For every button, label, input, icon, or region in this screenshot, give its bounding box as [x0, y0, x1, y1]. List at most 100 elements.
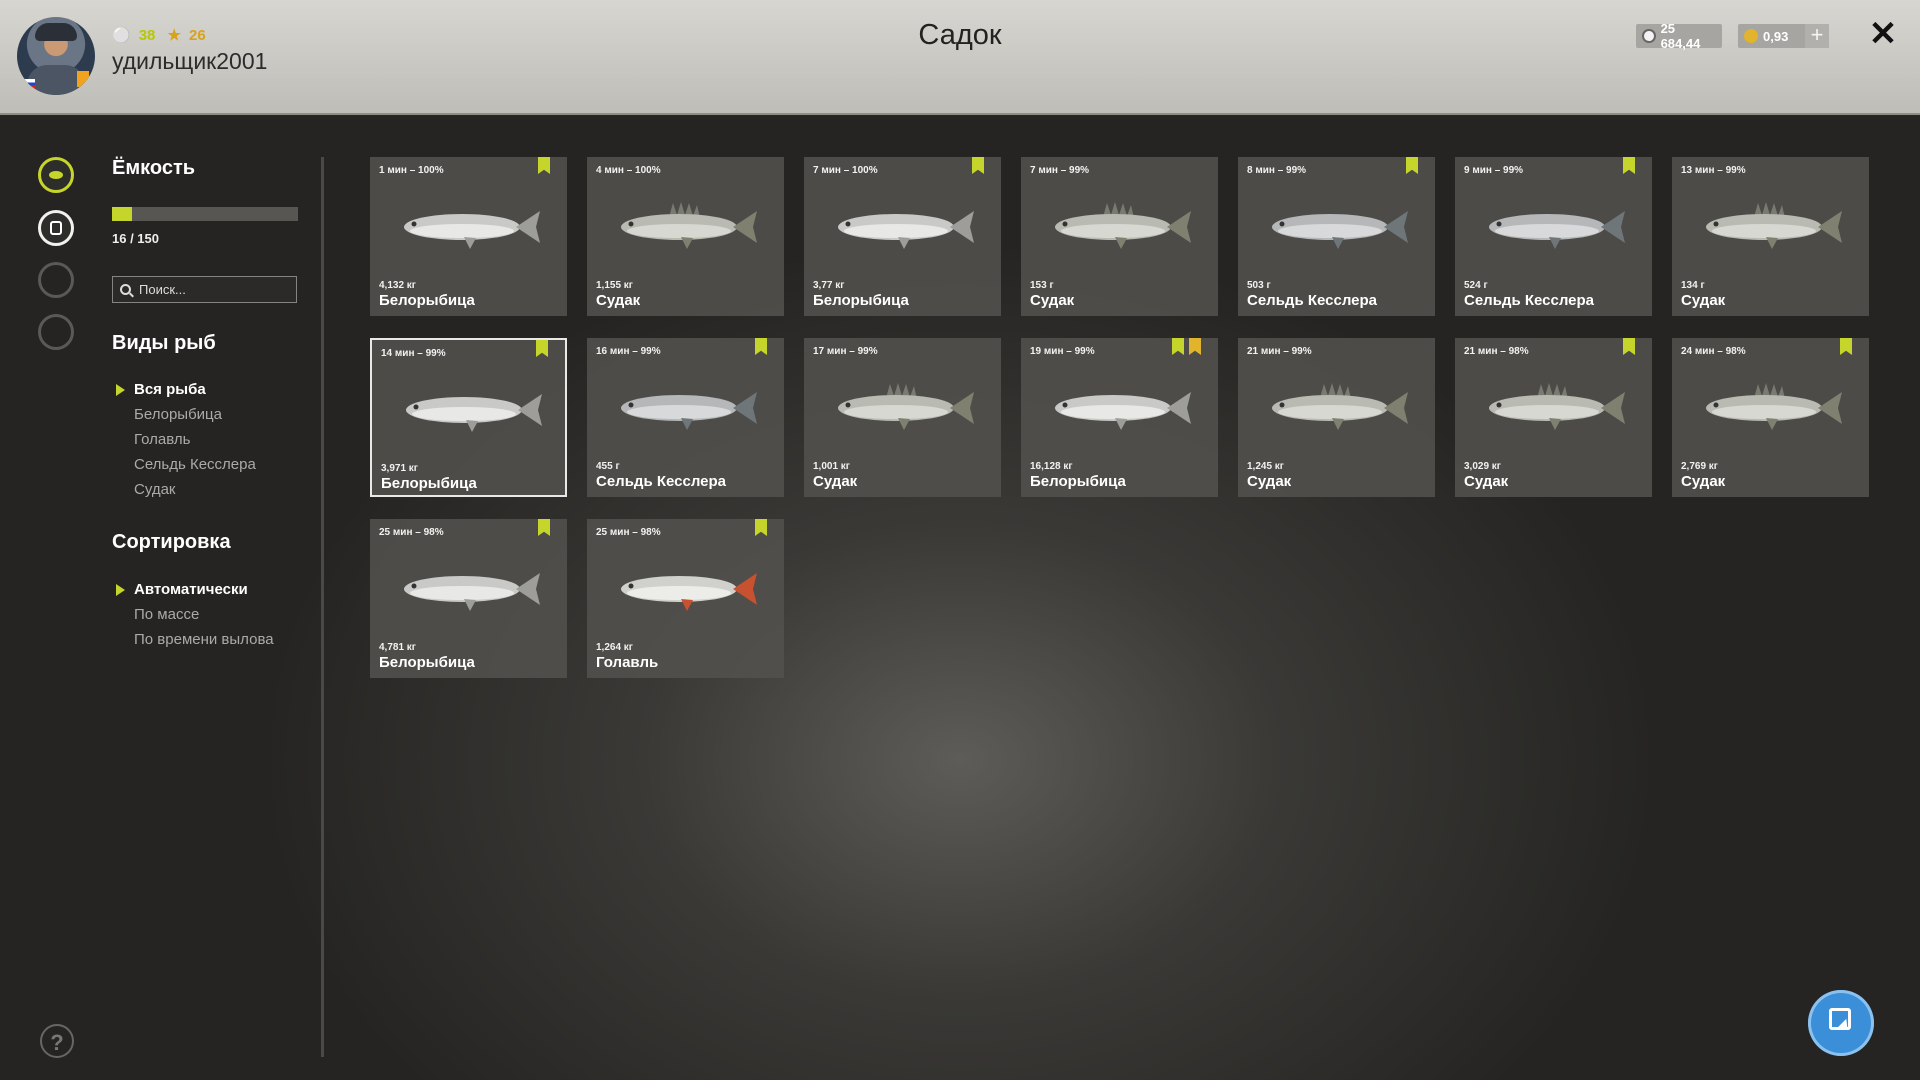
silver-coin-icon: [1642, 29, 1656, 43]
fish-card[interactable]: 21 мин – 99% 1,245 кг Судак: [1238, 338, 1435, 497]
filter-all-fish[interactable]: Вся рыба: [134, 381, 206, 398]
fish-icon: [404, 211, 540, 249]
fish-name: Судак: [1464, 473, 1509, 490]
fish-weight: 4,132 кг: [379, 280, 416, 291]
fish-icon: [1055, 392, 1191, 430]
fish-card[interactable]: 14 мин – 99% 3,971 кг Белорыбица: [370, 338, 567, 497]
fish-card[interactable]: 24 мин – 98% 2,769 кг Судак: [1672, 338, 1869, 497]
fish-icon: [1489, 211, 1625, 249]
sort-by-weight[interactable]: По массе: [134, 606, 199, 623]
fish-weight: 3,029 кг: [1464, 461, 1501, 472]
bookmark-icon[interactable]: [538, 157, 550, 174]
fish-weight: 524 г: [1464, 280, 1488, 291]
fish-card[interactable]: 9 мин – 99% 524 г Сельдь Кесслера: [1455, 157, 1652, 316]
fish-card[interactable]: 21 мин – 98% 3,029 кг Судак: [1455, 338, 1652, 497]
sort-auto[interactable]: Автоматически: [134, 581, 248, 598]
catch-time: 1 мин – 100%: [379, 165, 444, 176]
cursor-mode-button[interactable]: [1808, 990, 1874, 1056]
bookmark-icon[interactable]: [538, 519, 550, 536]
player-avatar[interactable]: [17, 17, 95, 95]
player-stats: ⚪ 38 ★ 26: [112, 26, 214, 44]
search-box[interactable]: [112, 276, 297, 303]
catch-time: 14 мин – 99%: [381, 348, 446, 359]
fish-card[interactable]: 16 мин – 99% 455 г Сельдь Кесслера: [587, 338, 784, 497]
filter-whitefish[interactable]: Белорыбица: [134, 406, 222, 423]
gold-bookmark-icon[interactable]: [1189, 338, 1201, 355]
fish-icon: [838, 383, 974, 430]
catch-time: 24 мин – 98%: [1681, 346, 1746, 357]
fish-name: Сельдь Кесслера: [1464, 292, 1594, 309]
selected-arrow-icon: [116, 584, 125, 596]
filter-zander[interactable]: Судак: [134, 481, 176, 498]
fish-icon: [1272, 211, 1408, 249]
selected-arrow-icon: [116, 384, 125, 396]
keepnet-nav-icon[interactable]: [38, 210, 74, 246]
fish-icon: [404, 573, 540, 611]
bookmark-icon[interactable]: [755, 519, 767, 536]
fish-weight: 1,264 кг: [596, 642, 633, 653]
bookmark-icon[interactable]: [1172, 338, 1184, 355]
fish-name: Белорыбица: [813, 292, 909, 309]
gold-coin-icon: [1744, 29, 1758, 43]
bookmark-icon[interactable]: [536, 340, 548, 357]
search-input[interactable]: [137, 281, 291, 298]
catch-time: 25 мин – 98%: [596, 527, 661, 538]
fish-nav-icon[interactable]: [38, 157, 74, 193]
add-currency-button[interactable]: +: [1805, 24, 1829, 48]
fish-weight: 134 г: [1681, 280, 1705, 291]
filter-kessler-herring[interactable]: Сельдь Кесслера: [134, 456, 256, 473]
fish-weight: 16,128 кг: [1030, 461, 1073, 472]
help-icon[interactable]: ?: [40, 1024, 74, 1058]
fish-card[interactable]: 25 мин – 98% 1,264 кг Голавль: [587, 519, 784, 678]
species-title: Виды рыб: [112, 332, 216, 354]
fish-name: Судак: [1247, 473, 1292, 490]
catch-time: 21 мин – 98%: [1464, 346, 1529, 357]
sort-by-time[interactable]: По времени вылова: [134, 631, 274, 648]
close-button[interactable]: ✕: [1867, 17, 1899, 51]
bookmark-icon[interactable]: [1623, 157, 1635, 174]
fish-icon: [1489, 383, 1625, 430]
fish-weight: 3,971 кг: [381, 463, 418, 474]
fish-icon: [406, 394, 542, 432]
fish-weight: 153 г: [1030, 280, 1054, 291]
fish-weight: 455 г: [596, 461, 620, 472]
capacity-bar: [112, 207, 298, 221]
avatar-hat: [35, 23, 77, 41]
fish-card[interactable]: 7 мин – 100% 3,77 кг Белорыбица: [804, 157, 1001, 316]
bookmark-icon[interactable]: [1623, 338, 1635, 355]
fish-card[interactable]: 4 мин – 100% 1,155 кг Судак: [587, 157, 784, 316]
bookmark-icon[interactable]: [755, 338, 767, 355]
fish-card[interactable]: 13 мин – 99% 134 г Судак: [1672, 157, 1869, 316]
fish-card[interactable]: 7 мин – 99% 153 г Судак: [1021, 157, 1218, 316]
fish-name: Судак: [1030, 292, 1075, 309]
tent-nav-icon[interactable]: [38, 262, 74, 298]
catch-time: 4 мин – 100%: [596, 165, 661, 176]
search-icon: [120, 284, 131, 295]
bookmark-icon[interactable]: [972, 157, 984, 174]
page-title: Садок: [918, 19, 1002, 51]
fish-card[interactable]: 17 мин – 99% 1,001 кг Судак: [804, 338, 1001, 497]
avatar-badge-icon: [77, 71, 89, 87]
catch-time: 25 мин – 98%: [379, 527, 444, 538]
money-value: 25 684,44: [1660, 21, 1701, 51]
fish-name: Белорыбица: [379, 654, 475, 671]
player-level: 38: [138, 27, 156, 44]
fish-card[interactable]: 19 мин – 99% 16,128 кг Белорыбица: [1021, 338, 1218, 497]
top-bar: ⚪ 38 ★ 26 удильщик2001 Садок 25 684,44 0,9…: [0, 0, 1920, 115]
fish-weight: 1,155 кг: [596, 280, 633, 291]
filter-chub[interactable]: Голавль: [134, 431, 190, 448]
gold-balance: 0,93: [1738, 24, 1808, 48]
player-stars: 26: [189, 27, 206, 44]
fish-card[interactable]: 25 мин – 98% 4,781 кг Белорыбица: [370, 519, 567, 678]
fish-weight: 4,781 кг: [379, 642, 416, 653]
fish-card[interactable]: 1 мин – 100% 4,132 кг Белорыбица: [370, 157, 567, 316]
home-nav-icon[interactable]: [38, 314, 74, 350]
catch-time: 16 мин – 99%: [596, 346, 661, 357]
money-balance: 25 684,44: [1636, 21, 1722, 51]
fish-name: Судак: [596, 292, 641, 309]
fish-icon: [1055, 202, 1191, 249]
fish-card[interactable]: 8 мин – 99% 503 г Сельдь Кесслера: [1238, 157, 1435, 316]
fish-icon: [1272, 383, 1408, 430]
bookmark-icon[interactable]: [1840, 338, 1852, 355]
bookmark-icon[interactable]: [1406, 157, 1418, 174]
